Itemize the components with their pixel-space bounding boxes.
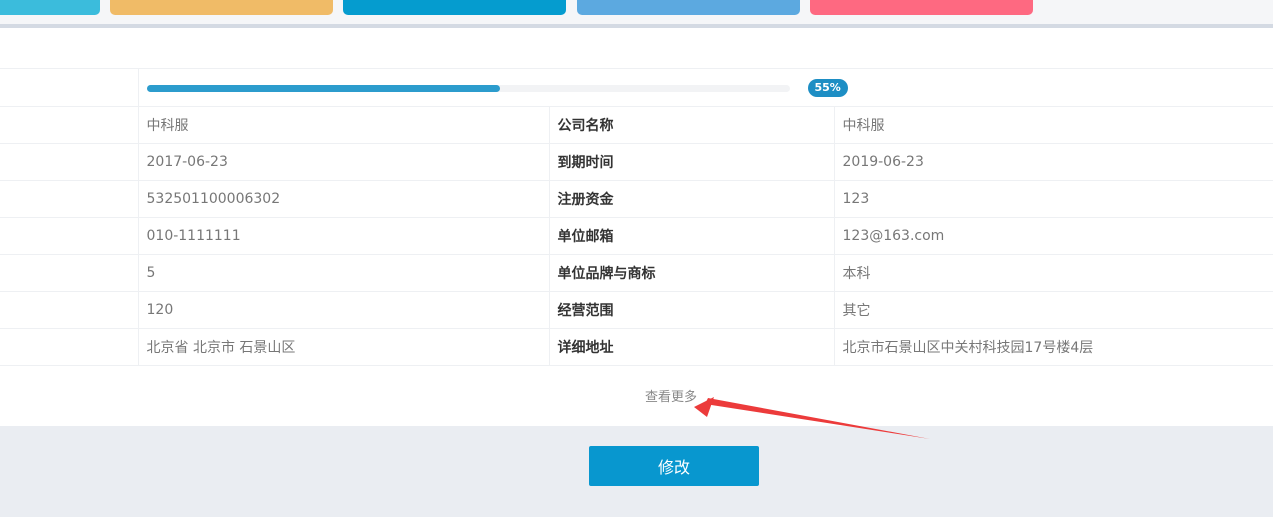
table-row: 120 经营范围 其它 — [0, 291, 1273, 329]
value-cell: 5 — [138, 254, 550, 292]
progress-row: 55% — [0, 68, 1273, 107]
field-label: 详细地址 — [549, 328, 835, 366]
row-label-cell — [0, 68, 139, 107]
stat-tile-light-blue[interactable] — [577, 0, 800, 15]
progress-cell: 55% — [138, 68, 1273, 107]
stat-tile-blue[interactable] — [343, 0, 566, 15]
value-cell: 其它 — [834, 291, 1273, 329]
table-row: 2017-06-23 到期时间 2019-06-23 — [0, 143, 1273, 181]
row-label-cell — [0, 106, 139, 144]
top-strip — [0, 0, 1273, 26]
value-cell: 中科服 — [138, 106, 550, 144]
table-row: 532501100006302 注册资金 123 — [0, 180, 1273, 218]
stat-tile-pink[interactable] — [810, 0, 1033, 15]
progress-badge: 55% — [807, 78, 848, 97]
field-label: 公司名称 — [549, 106, 835, 144]
company-info-table: 55% 中科服 公司名称 中科服 2017-06-23 到期时间 2019-06… — [0, 68, 1273, 366]
row-label-cell — [0, 291, 139, 329]
field-label: 单位品牌与商标 — [549, 254, 835, 292]
row-label-cell — [0, 143, 139, 181]
field-label: 注册资金 — [549, 180, 835, 218]
edit-button[interactable]: 修改 — [589, 446, 759, 486]
row-label-cell — [0, 254, 139, 292]
field-label: 经营范围 — [549, 291, 835, 329]
value-cell: 123@163.com — [834, 217, 1273, 255]
value-cell: 中科服 — [834, 106, 1273, 144]
value-cell: 123 — [834, 180, 1273, 218]
value-cell: 532501100006302 — [138, 180, 550, 218]
value-cell: 2017-06-23 — [138, 143, 550, 181]
stat-tile-orange[interactable] — [110, 0, 333, 15]
table-row: 010-1111111 单位邮箱 123@163.com — [0, 217, 1273, 255]
value-cell: 北京市石景山区中关村科技园17号楼4层 — [834, 328, 1273, 366]
table-row: 5 单位品牌与商标 本科 — [0, 254, 1273, 292]
company-info-panel: 55% 中科服 公司名称 中科服 2017-06-23 到期时间 2019-06… — [0, 28, 1273, 426]
table-row: 中科服 公司名称 中科服 — [0, 106, 1273, 144]
value-cell: 2019-06-23 — [834, 143, 1273, 181]
progress-track — [146, 84, 790, 92]
row-label-cell — [0, 217, 139, 255]
table-row: 北京省 北京市 石景山区 详细地址 北京市石景山区中关村科技园17号楼4层 — [0, 328, 1273, 366]
value-cell: 本科 — [834, 254, 1273, 292]
field-label: 到期时间 — [549, 143, 835, 181]
view-more-link[interactable]: 查看更多 — [645, 386, 697, 405]
row-label-cell — [0, 180, 139, 218]
stat-tile-cyan[interactable] — [0, 0, 100, 15]
value-cell: 010-1111111 — [138, 217, 550, 255]
value-cell: 北京省 北京市 石景山区 — [138, 328, 550, 366]
progress-fill — [146, 84, 501, 92]
progress-bar: 55% — [146, 78, 1266, 98]
value-cell: 120 — [138, 291, 550, 329]
row-label-cell — [0, 328, 139, 366]
field-label: 单位邮箱 — [549, 217, 835, 255]
